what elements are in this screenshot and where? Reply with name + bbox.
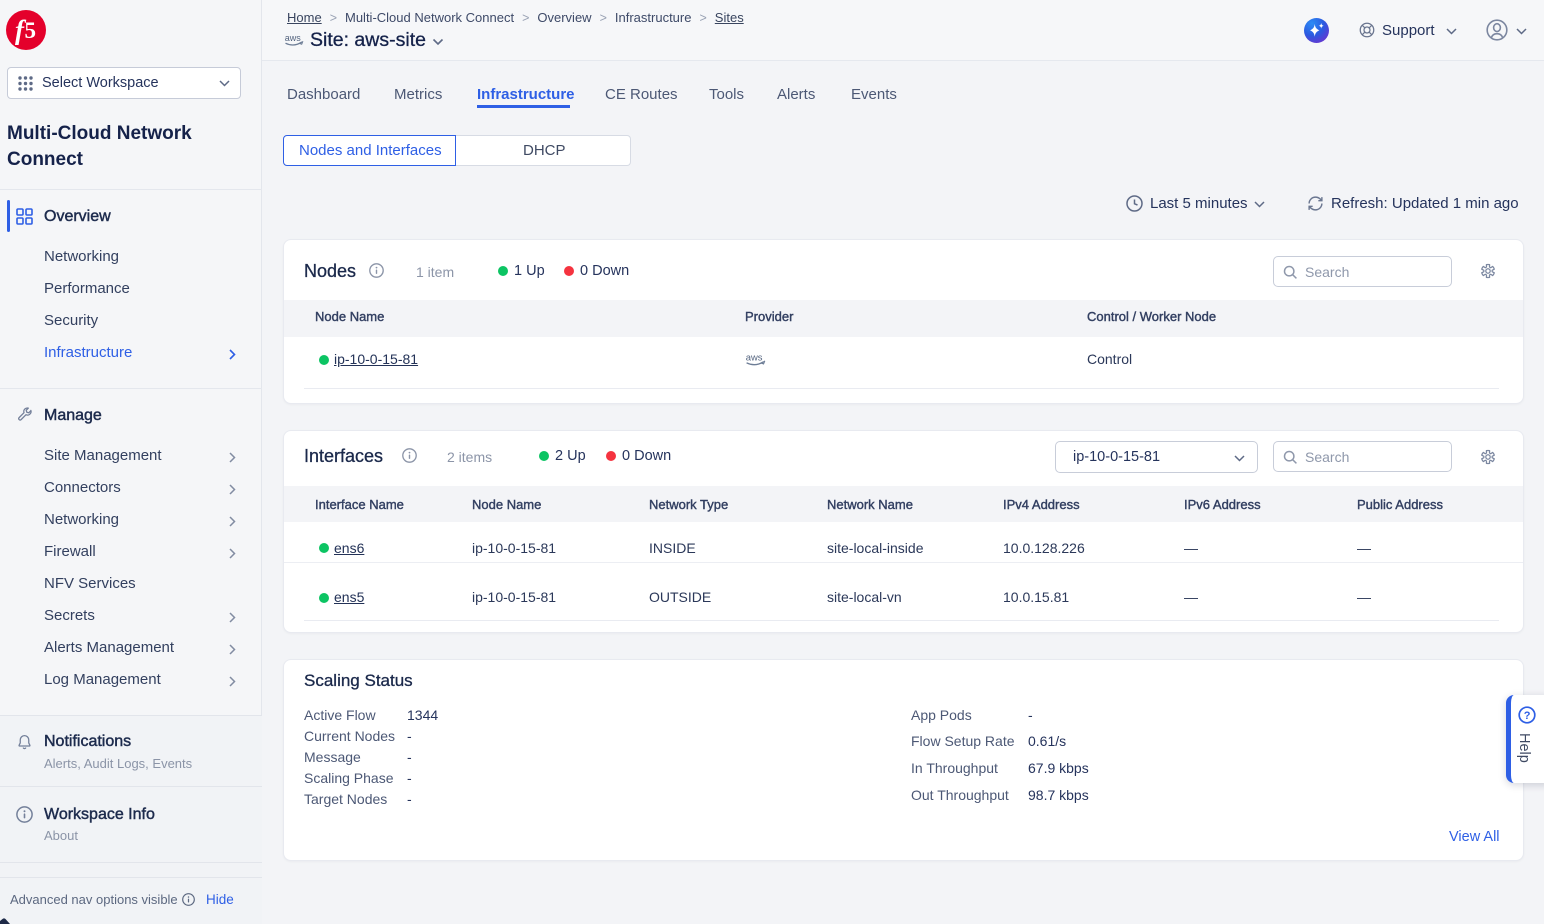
- svg-text:aws: aws: [285, 33, 302, 43]
- svg-text:aws: aws: [746, 351, 763, 362]
- svg-text:5: 5: [25, 18, 37, 43]
- svg-text:?: ?: [1524, 710, 1531, 722]
